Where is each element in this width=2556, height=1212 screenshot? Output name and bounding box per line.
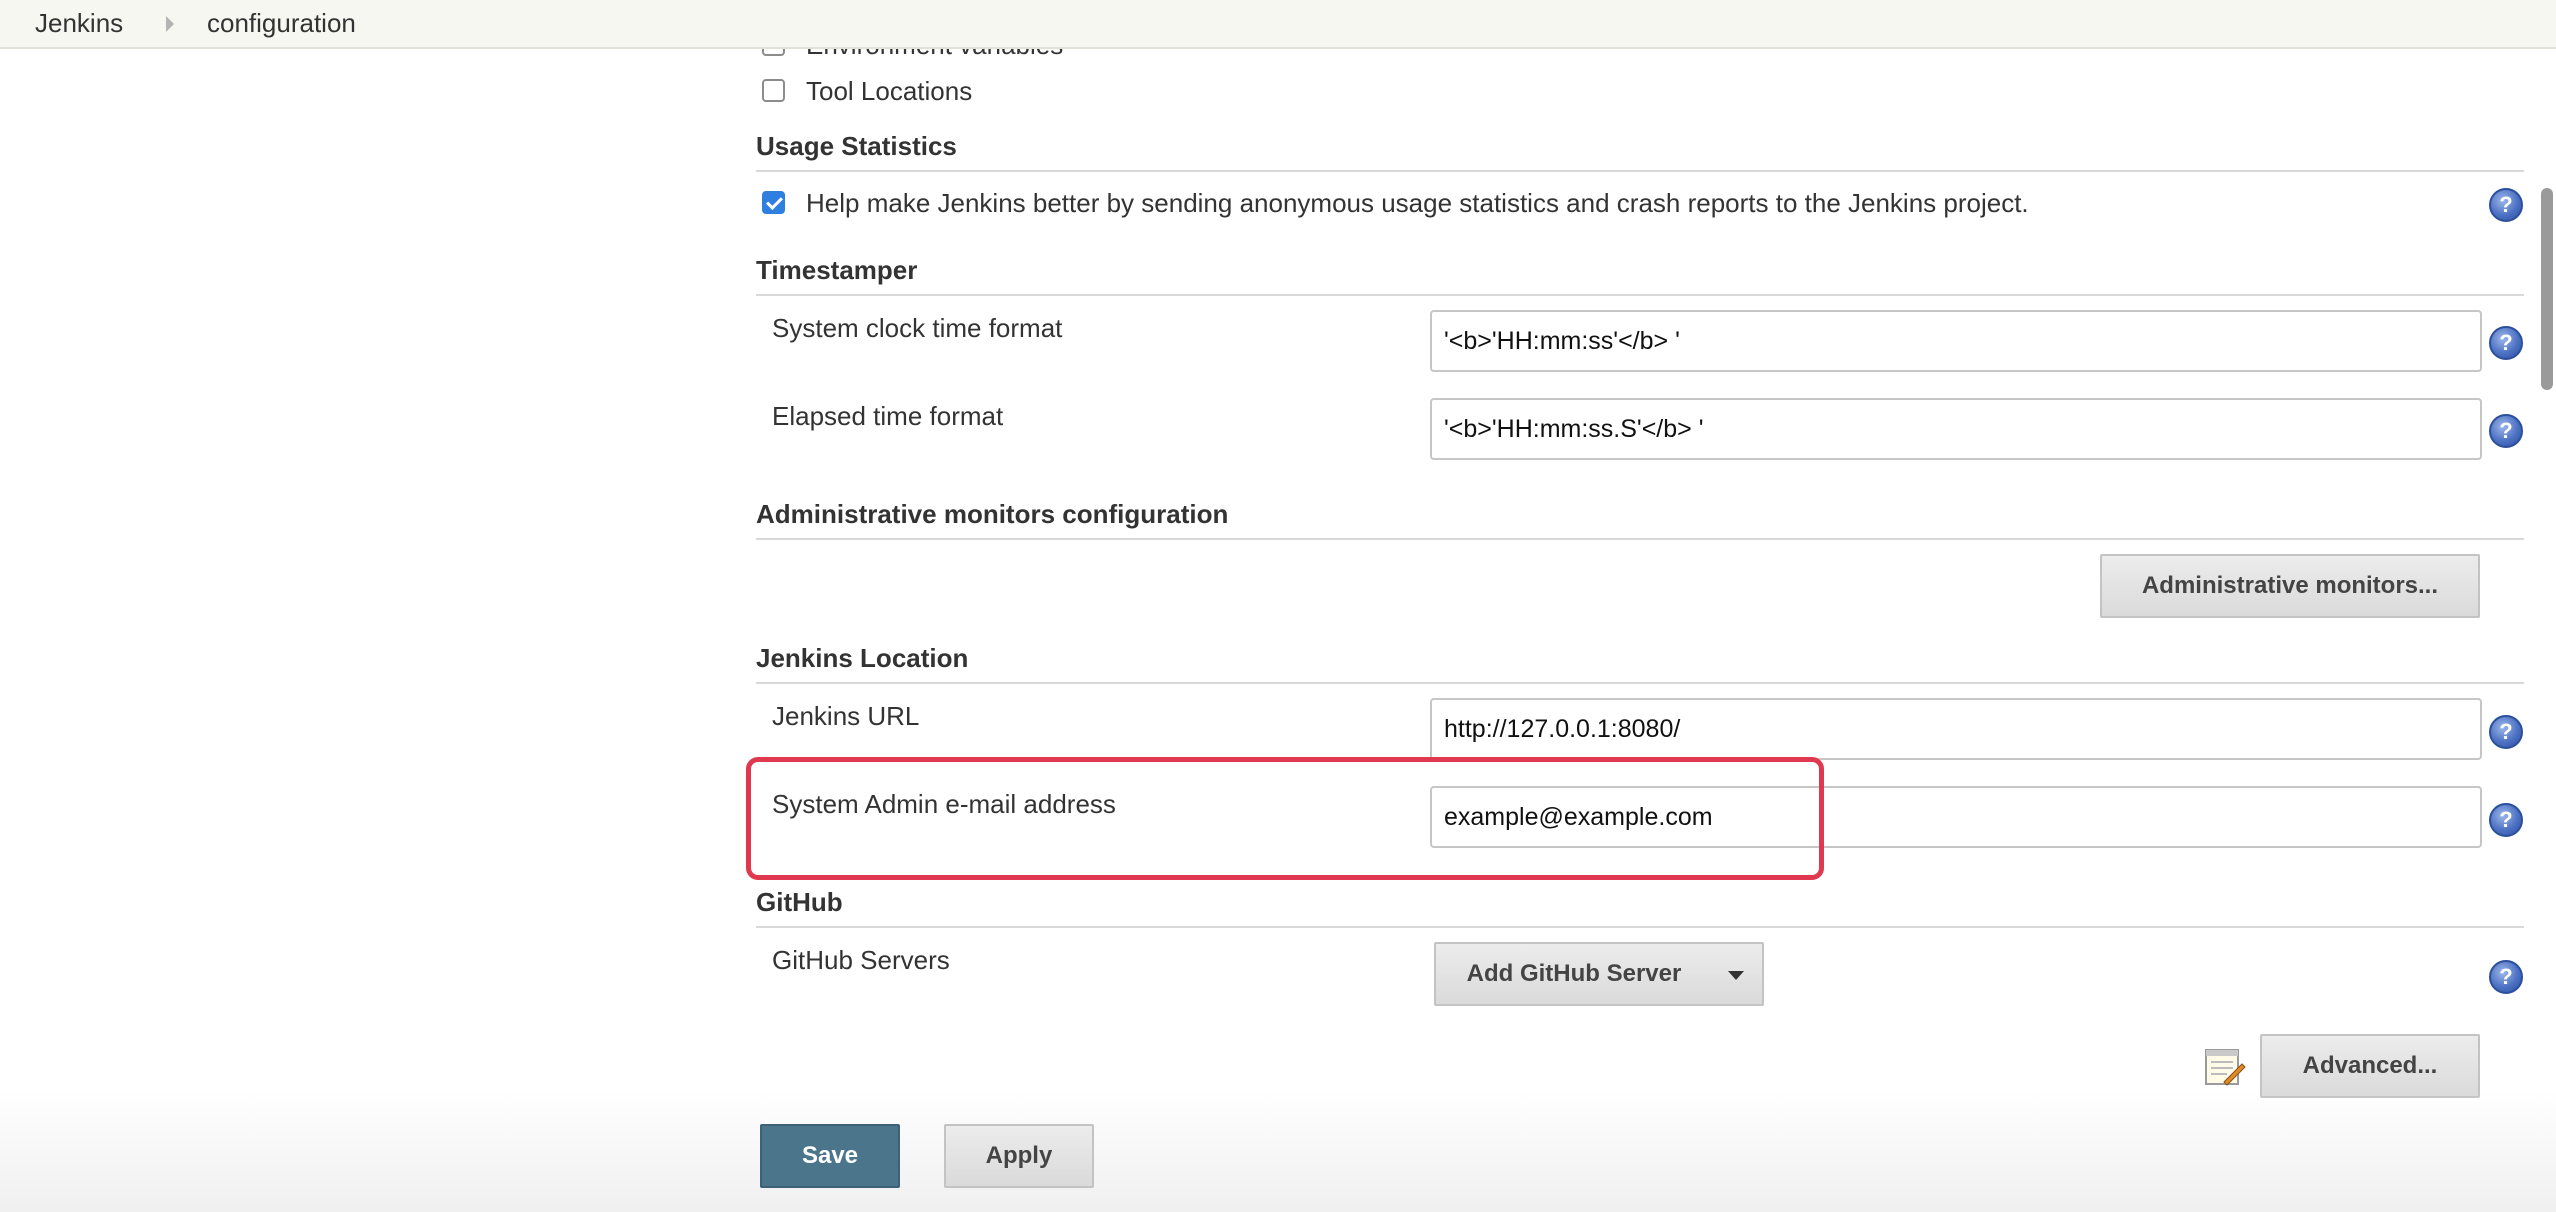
add-github-server-button[interactable]: Add GitHub Server <box>1434 942 1764 1006</box>
breadcrumb-bar-background: Jenkins configuration <box>0 0 2556 49</box>
breadcrumb-configuration-link[interactable]: configuration <box>207 8 356 39</box>
add-github-server-label: Add GitHub Server <box>1466 960 1682 987</box>
help-icon[interactable]: ? <box>2489 414 2523 448</box>
timestamper-title: Timestamper <box>756 255 918 285</box>
jenkins-url-input[interactable] <box>1430 698 2482 760</box>
caret-down-icon <box>1728 971 1744 980</box>
usage-statistics-title: Usage Statistics <box>756 131 957 161</box>
github-servers-label: GitHub Servers <box>772 945 950 975</box>
advanced-button[interactable]: Advanced... <box>2260 1034 2480 1098</box>
admin-email-highlight <box>746 757 1824 880</box>
usage-statistics-checkbox[interactable] <box>762 191 785 214</box>
section-divider <box>756 170 2524 172</box>
usage-statistics-label: Help make Jenkins better by sending anon… <box>806 188 2029 218</box>
administrative-monitors-button[interactable]: Administrative monitors... <box>2100 554 2480 618</box>
tool-locations-checkbox[interactable] <box>762 79 785 102</box>
save-button[interactable]: Save <box>760 1124 900 1188</box>
system-clock-format-label: System clock time format <box>772 313 1063 343</box>
system-clock-format-input[interactable] <box>1430 310 2482 372</box>
bottom-fade <box>0 1090 2556 1212</box>
section-divider <box>756 294 2524 296</box>
github-title: GitHub <box>756 887 843 917</box>
apply-button[interactable]: Apply <box>944 1124 1094 1188</box>
help-icon[interactable]: ? <box>2489 326 2523 360</box>
breadcrumb-chevron-icon <box>166 16 174 32</box>
admin-monitors-title: Administrative monitors configuration <box>756 499 1229 529</box>
jenkins-location-title: Jenkins Location <box>756 643 969 673</box>
section-divider <box>756 926 2524 928</box>
help-icon[interactable]: ? <box>2489 803 2523 837</box>
section-divider <box>756 538 2524 540</box>
jenkins-url-label: Jenkins URL <box>772 701 920 731</box>
breadcrumb-jenkins-link[interactable]: Jenkins <box>35 8 123 39</box>
help-icon[interactable]: ? <box>2489 188 2523 222</box>
help-icon[interactable]: ? <box>2489 960 2523 994</box>
elapsed-time-format-input[interactable] <box>1430 398 2482 460</box>
help-icon[interactable]: ? <box>2489 715 2523 749</box>
notepad-icon <box>2205 1049 2246 1086</box>
elapsed-time-format-label: Elapsed time format <box>772 401 1004 431</box>
scrollbar-thumb[interactable] <box>2541 188 2553 390</box>
section-divider <box>756 682 2524 684</box>
tool-locations-label: Tool Locations <box>806 76 973 106</box>
